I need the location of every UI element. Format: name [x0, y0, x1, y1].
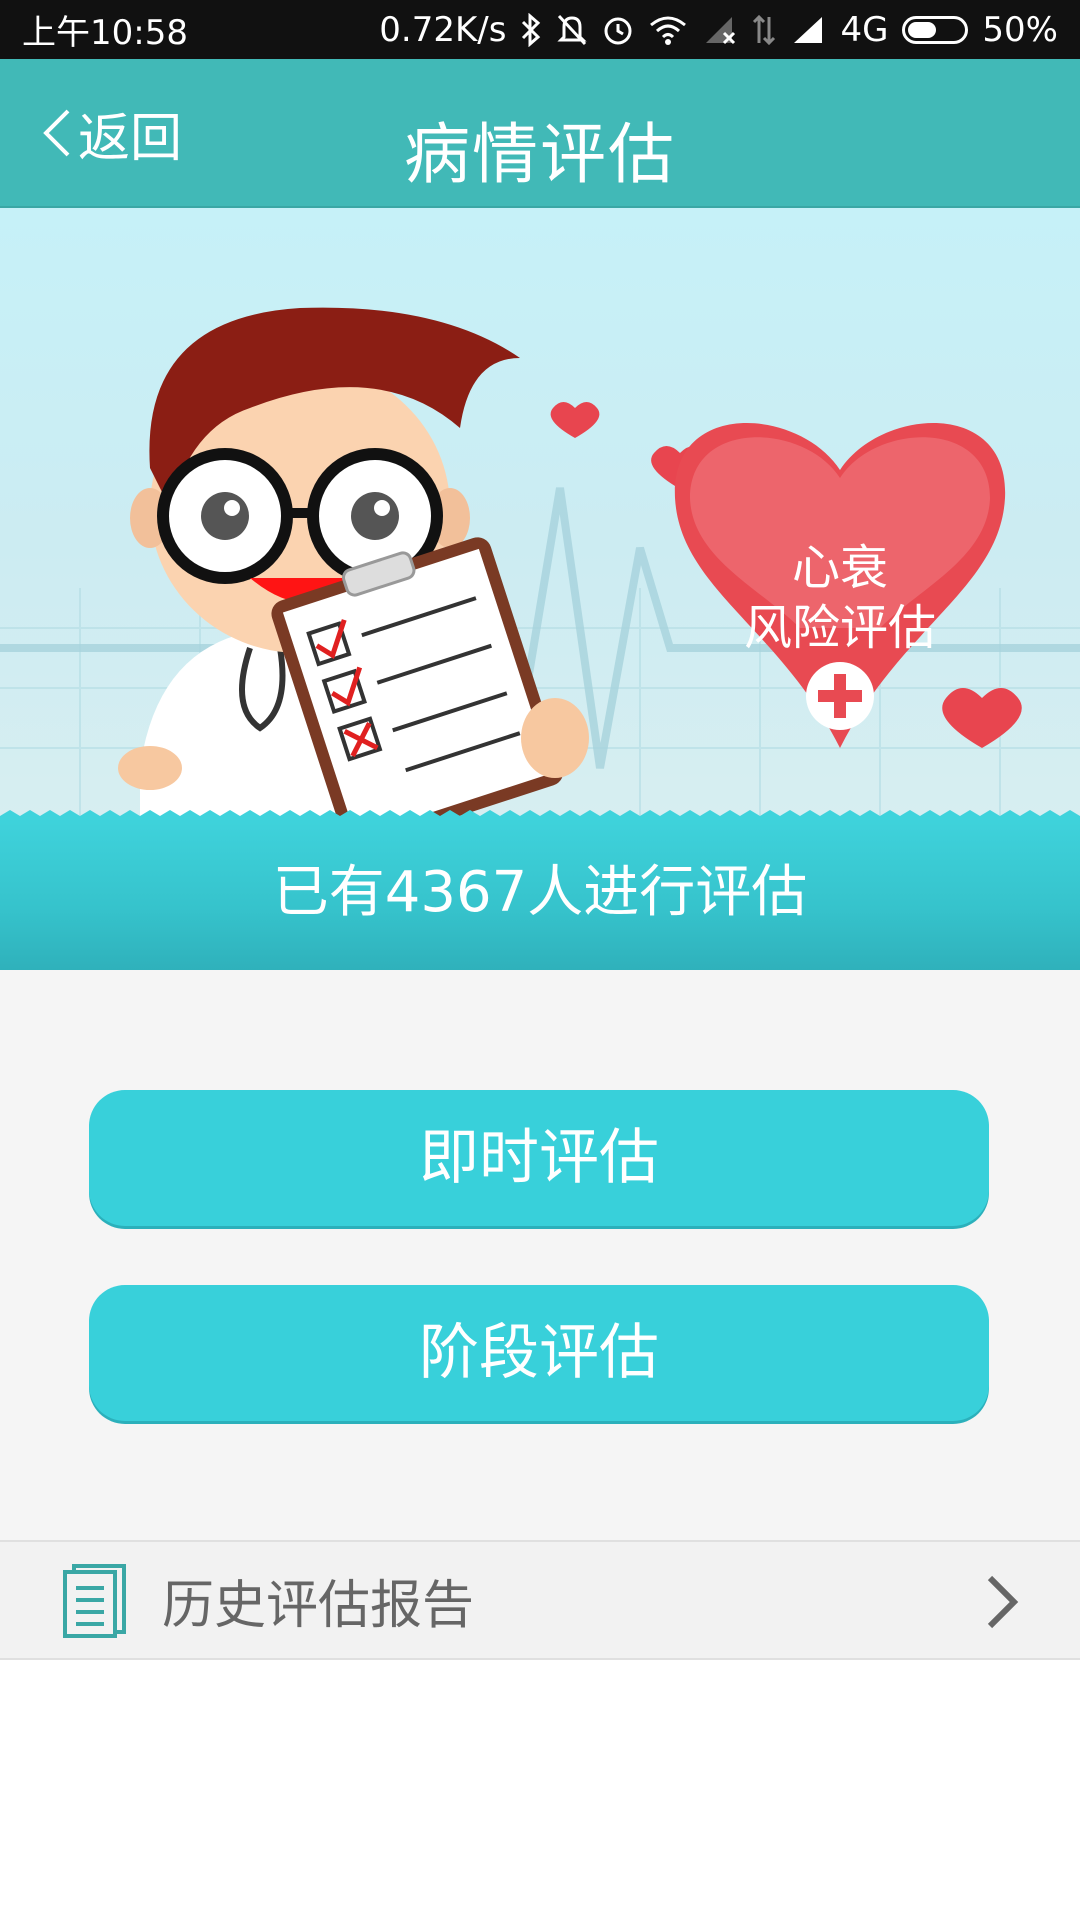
battery-icon	[902, 15, 969, 44]
action-area: 即时评估 阶段评估	[0, 970, 1080, 1540]
evaluation-count-text: 已有4367人进行评估	[272, 860, 808, 925]
chevron-right-icon	[987, 1575, 1019, 1629]
status-bar: 上午10:58 0.72K/s 4G 50%	[0, 0, 1080, 59]
signal-icon	[790, 13, 826, 47]
network-speed: 0.72K/s	[379, 9, 507, 50]
signal-x-icon	[702, 13, 738, 47]
battery-level: 50%	[982, 9, 1058, 50]
wifi-icon	[648, 13, 688, 47]
page-title: 病情评估	[404, 116, 676, 193]
instant-evaluation-button[interactable]: 即时评估	[89, 1090, 989, 1226]
network-type: 4G	[840, 9, 889, 50]
header-bar: 返回 病情评估	[0, 59, 1080, 208]
status-right: 0.72K/s 4G 50%	[379, 10, 1058, 50]
history-report-row[interactable]: 历史评估报告	[0, 1540, 1080, 1660]
zigzag-divider	[0, 810, 1080, 820]
heart-label-line1: 心衰	[791, 540, 888, 596]
history-report-label: 历史评估报告	[162, 1575, 475, 1636]
heart-label-line2: 风险评估	[743, 600, 936, 656]
data-icon	[752, 13, 776, 47]
status-time: 上午10:58	[22, 13, 188, 53]
document-icon	[63, 1564, 126, 1638]
alarm-icon	[602, 13, 634, 47]
heart-label: 心衰 风险评估	[700, 538, 980, 658]
banner-illustration: 心衰 风险评估	[0, 208, 1080, 816]
evaluation-count-banner: 已有4367人进行评估	[0, 810, 1080, 970]
bluetooth-icon	[520, 12, 542, 47]
doctor-illustration	[0, 307, 1080, 816]
stage-evaluation-button[interactable]: 阶段评估	[89, 1285, 989, 1421]
empty-area	[0, 1660, 1080, 1920]
mute-icon	[556, 13, 588, 47]
